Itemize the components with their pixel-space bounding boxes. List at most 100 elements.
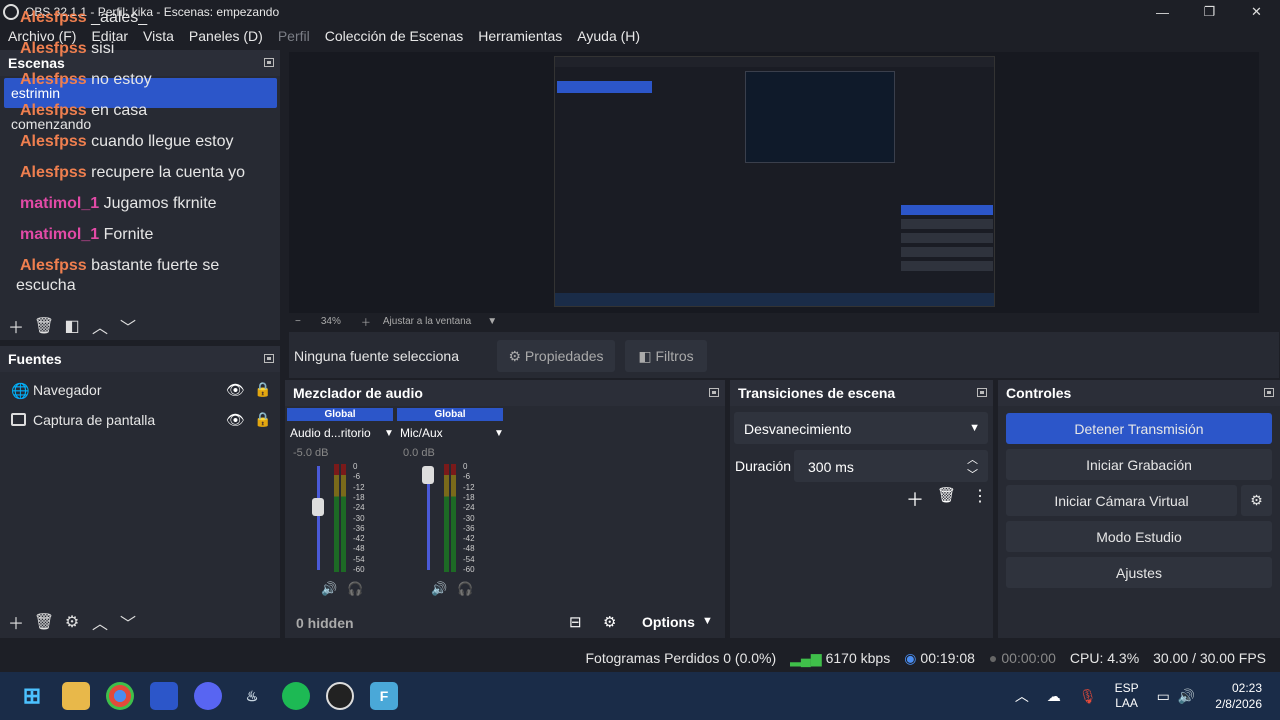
increment-icon[interactable]: ︿ — [967, 451, 978, 467]
chat-line: Alesfpss _aales_ — [20, 8, 280, 28]
chat-message: Fornite — [103, 226, 154, 243]
menu-herramientas[interactable]: Herramientas — [478, 28, 562, 44]
chevron-down-icon[interactable]: ▼ — [702, 615, 713, 627]
maximize-button[interactable]: ❐ — [1186, 0, 1233, 24]
virtual-camera-settings-button[interactable]: ⚙ — [1241, 485, 1272, 516]
virtual-camera-button[interactable]: Iniciar Cámara Virtual — [1006, 485, 1237, 516]
volume-fader-knob[interactable] — [422, 466, 434, 485]
stop-streaming-button[interactable]: Detener Transmisión — [1006, 413, 1272, 444]
remove-source-button[interactable]: 🗑 — [30, 610, 58, 634]
filters-button[interactable]: ◧ — [58, 314, 86, 338]
start-recording-button[interactable]: Iniciar Grabación — [1006, 449, 1272, 480]
remove-scene-button[interactable]: 🗑 — [30, 314, 58, 338]
move-up-button[interactable]: ︿ — [86, 610, 114, 634]
zoom-level: 34% — [320, 315, 341, 327]
channel-name[interactable]: Audio d...ritorio — [290, 426, 371, 440]
add-transition-button[interactable]: ＋ — [906, 486, 924, 512]
chat-username: Alesfpss — [20, 71, 87, 88]
obs-logo-icon — [3, 4, 19, 20]
remove-transition-button[interactable]: 🗑 — [937, 486, 956, 504]
chevron-down-icon[interactable]: ▼ — [487, 316, 497, 327]
discord-icon[interactable] — [194, 682, 222, 710]
properties-button[interactable]: ⚙ Propiedades — [497, 340, 615, 372]
channel-name[interactable]: Mic/Aux — [400, 426, 443, 440]
chat-message: Jugamos fkrnite — [103, 195, 217, 212]
mixer-title-text: Mezclador de audio — [293, 385, 423, 401]
system-tray: ︿ ☁ 🎙 ESP LAA ▭ 🔊 02:23 2/8/2026 — [1015, 672, 1280, 720]
globe-icon: 🌐 — [11, 383, 30, 400]
volume-fader-knob[interactable] — [312, 497, 324, 516]
chat-line: Alesfpss recupere la cuenta yo — [20, 163, 280, 183]
undock-icon[interactable] — [1264, 388, 1274, 397]
transition-select[interactable]: Desvanecimiento ▼ — [734, 412, 988, 444]
source-item[interactable]: 🌐 Navegador 👁 🔒 — [0, 376, 280, 406]
fit-window-select[interactable]: Ajustar a la ventana — [383, 316, 471, 327]
eye-icon[interactable]: 👁 — [226, 381, 245, 399]
obs-taskbar-icon[interactable] — [326, 682, 354, 710]
source-settings-button[interactable]: ⚙ — [58, 610, 86, 634]
store-icon[interactable] — [150, 682, 178, 710]
speaker-icon[interactable]: 🔊 — [431, 581, 447, 597]
transitions-panel: Transiciones de escena Desvanecimiento ▼… — [730, 380, 993, 638]
language-indicator[interactable]: ESP LAA — [1115, 681, 1139, 711]
onedrive-icon[interactable]: ☁ — [1047, 688, 1061, 705]
undock-icon[interactable] — [709, 388, 719, 397]
meter-scale-label: -18 — [353, 492, 365, 502]
undock-icon[interactable] — [264, 354, 274, 363]
headphone-icon[interactable]: 🎧 — [347, 581, 363, 597]
filters-source-button[interactable]: ◧ Filtros — [625, 340, 707, 372]
meter-scale-label: -42 — [463, 534, 475, 544]
zoom-out-button[interactable]: − — [295, 316, 301, 327]
meter-scale-label: -54 — [463, 554, 475, 564]
options-dropdown[interactable]: Options — [642, 614, 695, 630]
app-f-icon[interactable]: F — [370, 682, 398, 710]
microphone-icon[interactable]: 🎙 — [1079, 688, 1097, 705]
move-down-button[interactable]: ﹀ — [114, 610, 142, 634]
lock-icon[interactable]: 🔒 — [254, 411, 271, 428]
chevron-down-icon[interactable]: ▼ — [384, 428, 394, 439]
lock-icon[interactable]: 🔒 — [254, 381, 271, 398]
chevron-down-icon[interactable]: ▼ — [494, 428, 504, 439]
duration-field[interactable]: 300 ms ︿ ﹀ — [794, 450, 988, 482]
meter-scale-label: -60 — [353, 565, 365, 574]
menu-ayuda[interactable]: Ayuda (H) — [577, 28, 640, 44]
transition-value: Desvanecimiento — [744, 421, 852, 437]
layout-icon[interactable]: ⊟ — [569, 613, 582, 631]
add-scene-button[interactable]: ＋ — [2, 314, 30, 338]
chrome-icon[interactable] — [106, 682, 134, 710]
headphone-icon[interactable]: 🎧 — [457, 581, 473, 597]
close-button[interactable]: ✕ — [1233, 0, 1280, 24]
eye-icon[interactable]: 👁 — [226, 411, 245, 429]
filters-label: Filtros — [655, 348, 694, 364]
decrement-icon[interactable]: ﹀ — [967, 466, 978, 482]
spotify-icon[interactable] — [282, 682, 310, 710]
menu-coleccion[interactable]: Colección de Escenas — [325, 28, 464, 44]
volume-fader-track[interactable] — [317, 466, 320, 570]
minimize-button[interactable]: — — [1139, 0, 1186, 24]
settings-button[interactable]: Ajustes — [1006, 557, 1272, 588]
signal-bars-icon: ▂▄▆ — [790, 649, 822, 666]
scenes-toolbar: ＋ 🗑 ◧ ︿ ﹀ — [2, 314, 142, 338]
studio-mode-button[interactable]: Modo Estudio — [1006, 521, 1272, 552]
menu-perfil[interactable]: Perfil — [278, 28, 310, 44]
volume-icon[interactable]: 🔊 — [1178, 688, 1195, 705]
network-icon[interactable]: ▭ — [1157, 688, 1170, 705]
file-explorer-icon[interactable] — [62, 682, 90, 710]
chevron-up-icon[interactable]: ︿ — [1015, 686, 1029, 706]
stream-time: 00:19:08 — [920, 650, 975, 666]
steam-icon[interactable]: ♨ — [238, 682, 266, 710]
move-up-button[interactable]: ︿ — [86, 314, 114, 338]
speaker-icon[interactable]: 🔊 — [321, 581, 337, 597]
clock[interactable]: 02:23 2/8/2026 — [1215, 680, 1262, 712]
mixer-settings-icon[interactable]: ⚙ — [603, 613, 616, 631]
chat-username: Alesfpss — [20, 102, 87, 119]
more-options-icon[interactable]: ⋮ — [972, 486, 988, 506]
zoom-in-button[interactable]: ＋ — [361, 314, 371, 329]
move-down-button[interactable]: ﹀ — [114, 314, 142, 338]
add-source-button[interactable]: ＋ — [2, 610, 30, 634]
chat-username: matimol_1 — [20, 195, 100, 212]
source-item[interactable]: Captura de pantalla 👁 🔒 — [0, 406, 280, 436]
undock-icon[interactable] — [977, 388, 987, 397]
windows-start-icon[interactable]: ⊞ — [18, 682, 46, 710]
duration-value: 300 ms — [808, 459, 854, 475]
